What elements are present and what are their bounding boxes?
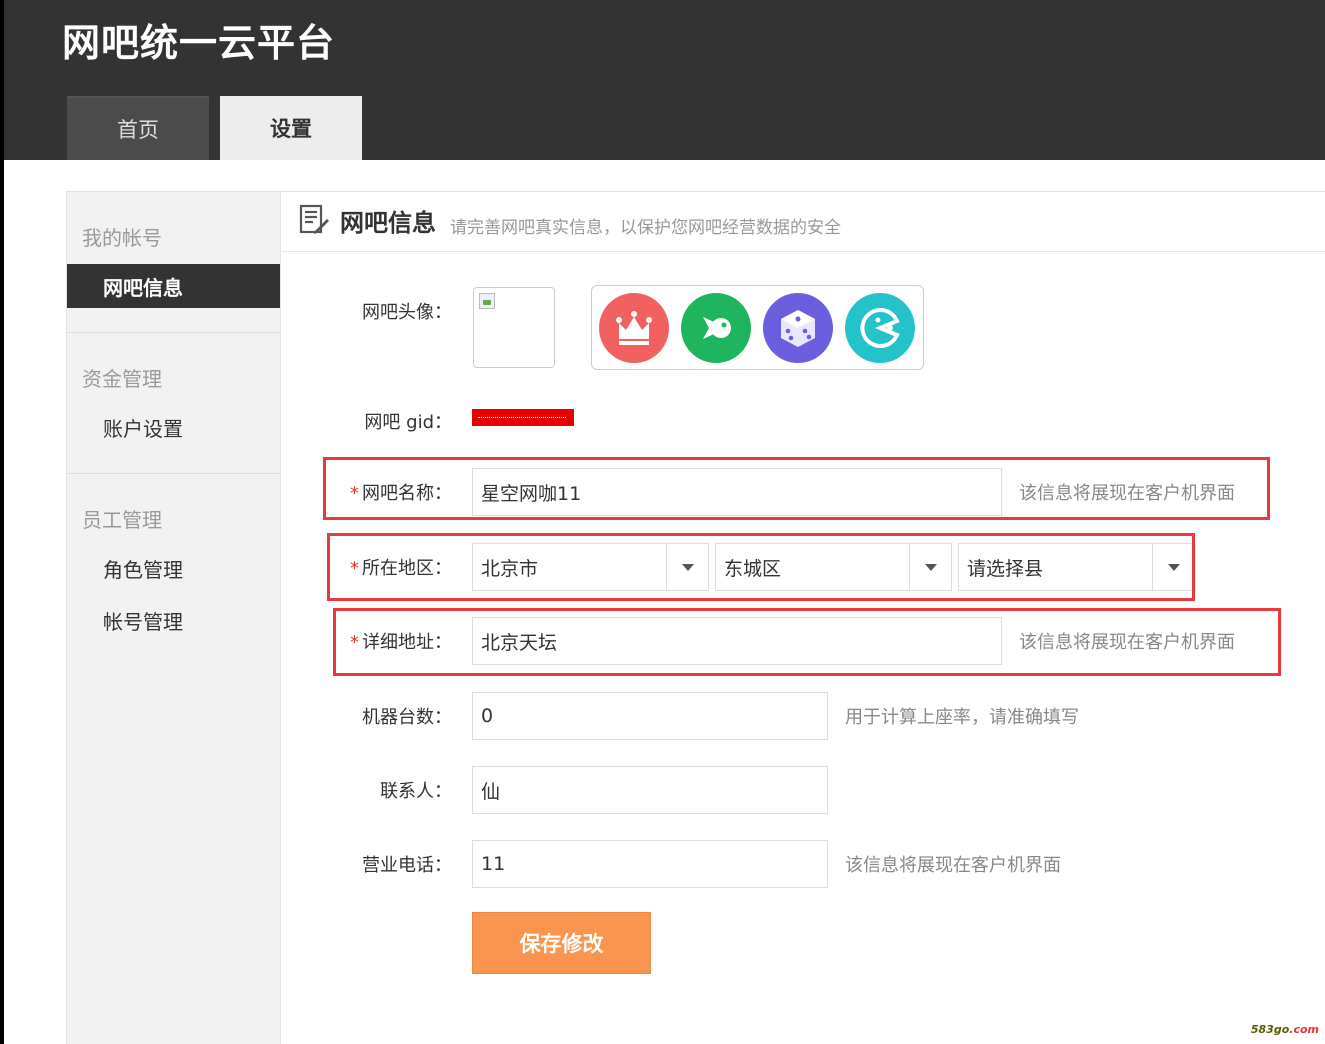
province-select[interactable]: 北京市 [472, 543, 709, 591]
sidebar-item-account-settings[interactable]: 账户设置 [67, 405, 280, 449]
avatar-preview [473, 287, 555, 368]
tab-home[interactable]: 首页 [67, 96, 209, 160]
save-button[interactable]: 保存修改 [472, 912, 651, 974]
fish-avatar-icon[interactable] [681, 293, 751, 363]
address-input[interactable]: 北京天坛 [472, 617, 1002, 665]
watermark: 583go.com [1250, 1023, 1319, 1036]
pacman-avatar-icon[interactable] [845, 293, 915, 363]
province-value: 北京市 [481, 557, 539, 580]
section-subtitle: 请完善网吧真实信息，以保护您网吧经营数据的安全 [450, 218, 841, 238]
avatar-options [591, 285, 924, 370]
contact-label: 联系人： [380, 781, 452, 802]
sidebar-item-account-management[interactable]: 帐号管理 [67, 598, 280, 642]
district-select[interactable]: 东城区 [715, 543, 952, 591]
phone-input[interactable]: 11 [472, 840, 828, 888]
netcafe-name-input[interactable]: 星空网咖11 [472, 468, 1002, 516]
app-title: 网吧统一云平台 [62, 21, 336, 65]
chevron-down-icon [1152, 544, 1194, 590]
sidebar-item-role-management[interactable]: 角色管理 [67, 546, 280, 590]
name-hint: 该信息将展现在客户机界面 [1019, 483, 1235, 504]
sidebar-group-staff: 员工管理 [82, 508, 162, 532]
address-hint: 该信息将展现在客户机界面 [1019, 632, 1235, 653]
county-select[interactable]: 请选择县 [958, 543, 1195, 591]
sidebar-group-funds: 资金管理 [82, 367, 162, 391]
name-label: * 网吧名称： [350, 483, 452, 504]
dice-avatar-icon[interactable] [763, 293, 833, 363]
sidebar-divider [67, 473, 280, 474]
contact-input[interactable]: 仙 [472, 766, 828, 814]
gid-label: 网吧 gid： [364, 412, 452, 433]
region-label: * 所在地区： [350, 558, 452, 579]
section-title: 网吧信息 [340, 209, 436, 237]
chevron-down-icon [909, 544, 951, 590]
district-value: 东城区 [724, 557, 782, 580]
sidebar-item-netcafe-info[interactable]: 网吧信息 [67, 264, 280, 308]
address-label: * 详细地址： [350, 632, 452, 653]
sidebar: 我的帐号 网吧信息 资金管理 账户设置 员工管理 角色管理 帐号管理 [67, 192, 281, 1044]
county-value: 请选择县 [967, 557, 1044, 580]
avatar-label: 网吧头像： [362, 302, 452, 323]
redacted-gid [472, 409, 574, 426]
phone-hint: 该信息将展现在客户机界面 [845, 855, 1061, 876]
machines-label: 机器台数： [362, 707, 452, 728]
section-header: 网吧信息 请完善网吧真实信息，以保护您网吧经营数据的安全 [282, 192, 1325, 252]
broken-image-icon [479, 293, 495, 309]
machine-count-input[interactable]: 0 [472, 692, 828, 740]
phone-label: 营业电话： [362, 855, 452, 876]
edit-document-icon [298, 204, 330, 240]
crown-avatar-icon[interactable] [599, 293, 669, 363]
machines-hint: 用于计算上座率，请准确填写 [845, 707, 1079, 728]
tab-settings[interactable]: 设置 [220, 96, 362, 160]
sidebar-group-my-account: 我的帐号 [82, 226, 162, 250]
chevron-down-icon [666, 544, 708, 590]
sidebar-divider [67, 332, 280, 333]
